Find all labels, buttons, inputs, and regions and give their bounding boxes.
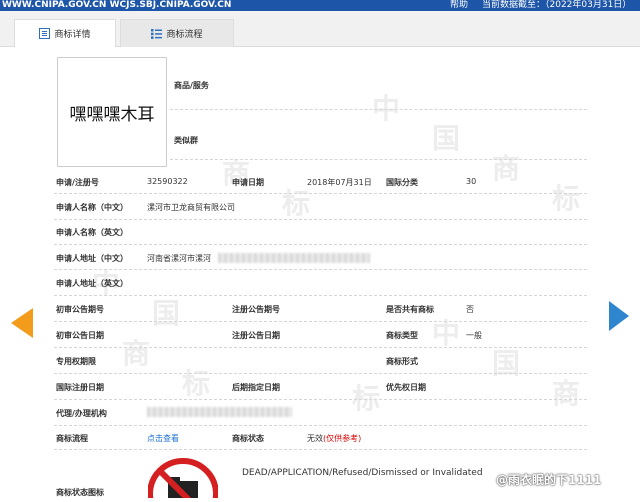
watermark-char: 中 xyxy=(432,317,461,350)
tab-trademark-process[interactable]: 商标流程 xyxy=(120,19,234,47)
divider xyxy=(170,159,587,160)
intl-class-label: 国际分类 xyxy=(386,178,418,187)
document-list-icon xyxy=(39,28,51,39)
applicant-cn-value: 漯河市卫龙商贸有限公司 xyxy=(147,203,235,212)
later-designation-label: 后期指定日期 xyxy=(232,383,280,392)
reg-pub-date-label: 注册公告日期 xyxy=(232,331,280,340)
tab-label: 商标详情 xyxy=(54,30,91,40)
process-label: 商标流程 xyxy=(56,434,88,443)
address-en-label: 申请人地址（英文） xyxy=(56,279,128,288)
data-date: 当前数据截至：（2022年03月31日） xyxy=(482,0,632,10)
next-arrow-icon[interactable] xyxy=(609,301,629,331)
status-value: 无效(仅供参考) xyxy=(307,433,361,444)
divider xyxy=(54,347,587,348)
watermark-char: 标 xyxy=(552,182,581,215)
site-links[interactable]: WWW.CNIPA.GOV.CN WCJS.SBJ.CNIPA.GOV.CN xyxy=(2,0,231,11)
status-label: 商标状态 xyxy=(232,434,264,443)
app-date-value: 2018年07月31日 xyxy=(307,178,372,187)
divider xyxy=(54,373,587,374)
applicant-en-label: 申请人名称（英文） xyxy=(56,228,128,237)
divider xyxy=(54,449,587,450)
agent-label: 代理/办理机构 xyxy=(56,409,107,418)
tab-label: 商标流程 xyxy=(166,30,203,40)
trademark-image-text: 嘿嘿嘿木耳 xyxy=(69,104,155,125)
reg-no-label: 申请/注册号 xyxy=(56,178,99,187)
detail-content: 中 国 商 标 中 国 商 标 中 国 商 商 标 标 嘿嘿嘿木耳 商品/服务 … xyxy=(0,47,640,498)
tm-type-label: 商标类型 xyxy=(386,331,418,340)
status-icon-text: DEAD/APPLICATION/Refused/Dismissed or In… xyxy=(242,468,483,478)
shared-label: 是否共有商标 xyxy=(386,305,434,314)
watermark-char: 标 xyxy=(282,187,311,220)
watermark-char: 国 xyxy=(432,122,461,155)
watermark-char: 中 xyxy=(372,92,401,125)
status-icon-label: 商标状态图标 xyxy=(56,488,104,497)
prelim-pub-date-label: 初审公告日期 xyxy=(56,331,104,340)
exclusive-period-label: 专用权期限 xyxy=(56,357,96,366)
reg-no-value: 32590322 xyxy=(147,177,188,186)
watermark-char: 商 xyxy=(122,337,151,370)
redacted-agent xyxy=(147,407,292,417)
trademark-image: 嘿嘿嘿木耳 xyxy=(57,57,167,167)
intl-reg-date-label: 国际注册日期 xyxy=(56,383,104,392)
tm-form-label: 商标形式 xyxy=(386,357,418,366)
help-link[interactable]: 帮助 xyxy=(450,0,468,11)
address-cn-value: 河南省漯河市漯河 xyxy=(147,254,211,263)
status-note: (仅供参考) xyxy=(323,434,362,443)
divider xyxy=(54,399,587,400)
divider xyxy=(54,295,587,296)
redacted-address xyxy=(218,253,370,263)
similar-group-label: 类似群 xyxy=(174,136,198,145)
watermark-char: 标 xyxy=(182,367,211,400)
prelim-pub-no-label: 初审公告期号 xyxy=(56,305,104,314)
process-link[interactable]: 点击查看 xyxy=(147,433,179,444)
divider xyxy=(54,269,587,270)
tab-bar: 商标详情 商标流程 xyxy=(0,11,640,47)
divider xyxy=(54,244,587,245)
previous-arrow-icon[interactable] xyxy=(11,308,33,338)
app-date-label: 申请日期 xyxy=(232,178,264,187)
top-bar: WWW.CNIPA.GOV.CN WCJS.SBJ.CNIPA.GOV.CN 帮… xyxy=(0,0,640,11)
tm-type-value: 一般 xyxy=(466,331,482,340)
weibo-watermark: @雨衣眠的下1111 xyxy=(496,473,602,487)
intl-class-value: 30 xyxy=(466,177,477,186)
divider xyxy=(54,321,587,322)
watermark-char: 商 xyxy=(552,377,581,410)
status-text: 无效 xyxy=(307,434,323,443)
no-folder-icon xyxy=(147,454,219,502)
divider xyxy=(54,193,587,194)
address-cn-label: 申请人地址（中文） xyxy=(56,254,128,263)
watermark-char: 国 xyxy=(492,347,521,380)
watermark-char: 国 xyxy=(152,297,181,330)
watermark-char: 标 xyxy=(352,382,381,415)
list-icon xyxy=(151,28,163,39)
reg-pub-no-label: 注册公告期号 xyxy=(232,305,280,314)
divider xyxy=(170,109,587,110)
goods-services-label: 商品/服务 xyxy=(174,81,209,90)
priority-date-label: 优先权日期 xyxy=(386,383,426,392)
divider xyxy=(54,425,587,426)
divider xyxy=(54,219,587,220)
watermark-char: 商 xyxy=(492,152,521,185)
applicant-cn-label: 申请人名称（中文） xyxy=(56,203,128,212)
shared-value: 否 xyxy=(466,305,474,314)
tab-trademark-detail[interactable]: 商标详情 xyxy=(14,19,116,47)
